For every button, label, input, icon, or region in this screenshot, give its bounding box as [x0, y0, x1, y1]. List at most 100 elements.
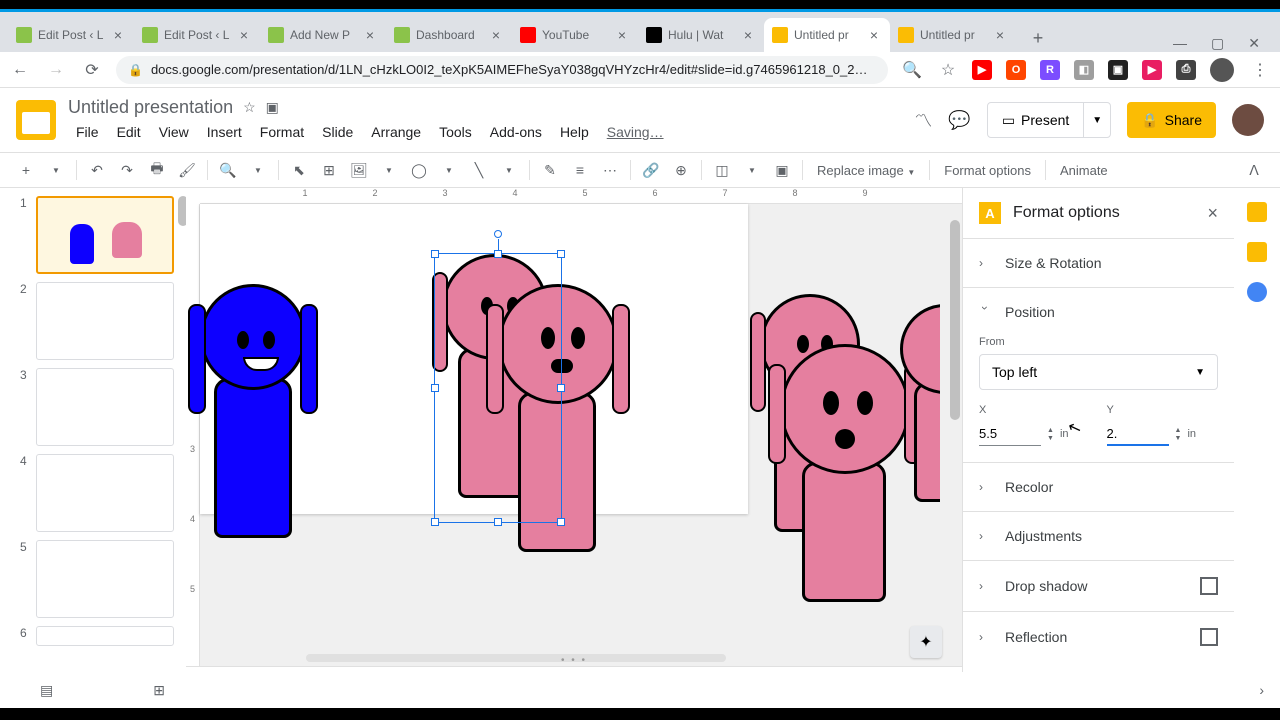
slide-thumbnail-3[interactable]	[36, 368, 174, 446]
ext-icon[interactable]: R	[1040, 60, 1060, 80]
back-button[interactable]: ←	[8, 58, 32, 82]
ext-icon[interactable]: ◧	[1074, 60, 1094, 80]
activity-icon[interactable]: 〽	[914, 107, 932, 133]
reload-button[interactable]: ⟳	[80, 58, 104, 82]
shape-tool[interactable]: ◯	[405, 156, 433, 184]
slide-thumbnail-6[interactable]	[36, 626, 174, 646]
new-slide-button[interactable]: +	[12, 156, 40, 184]
replace-image-button[interactable]: Replace image ▼	[809, 163, 923, 178]
browser-tab[interactable]: YouTube×	[512, 18, 638, 52]
menu-slide[interactable]: Slide	[314, 120, 361, 144]
close-panel-button[interactable]: ×	[1207, 203, 1218, 224]
tab-close-icon[interactable]: ×	[362, 27, 378, 43]
tab-close-icon[interactable]: ×	[866, 27, 882, 43]
notes-drag-handle[interactable]: • • •	[561, 655, 587, 666]
profile-avatar[interactable]	[1210, 58, 1234, 82]
window-minimize-icon[interactable]: —	[1173, 35, 1187, 52]
window-maximize-icon[interactable]: ▢	[1211, 35, 1224, 52]
line-tool[interactable]: ╲	[465, 156, 493, 184]
mask-button[interactable]: ▣	[768, 156, 796, 184]
menu-insert[interactable]: Insert	[199, 120, 250, 144]
x-input[interactable]	[979, 422, 1041, 446]
filmstrip-view-icon[interactable]: ▤	[40, 682, 53, 699]
present-dropdown[interactable]: ▼	[1083, 103, 1110, 137]
keep-icon[interactable]	[1247, 242, 1267, 262]
format-options-button[interactable]: Format options	[936, 163, 1039, 178]
tab-close-icon[interactable]: ×	[740, 27, 756, 43]
dropshadow-checkbox[interactable]	[1200, 577, 1218, 595]
image-dropdown[interactable]: ▼	[375, 156, 403, 184]
image-tool[interactable]: 🖼	[345, 156, 373, 184]
select-tool[interactable]: ⬉	[285, 156, 313, 184]
browser-tab[interactable]: Edit Post ‹ L×	[8, 18, 134, 52]
x-stepper[interactable]: ▲▼	[1047, 427, 1054, 442]
scrollbar[interactable]	[178, 196, 186, 226]
tab-close-icon[interactable]: ×	[236, 27, 252, 43]
new-slide-dropdown[interactable]: ▼	[42, 156, 70, 184]
tab-close-icon[interactable]: ×	[992, 27, 1008, 43]
crop-dropdown[interactable]: ▼	[738, 156, 766, 184]
comment-button[interactable]: ⊕	[667, 156, 695, 184]
adjustments-section[interactable]: › Adjustments	[963, 512, 1234, 560]
undo-button[interactable]: ↶	[83, 156, 111, 184]
ext-icon[interactable]: ▶	[1142, 60, 1162, 80]
y-input[interactable]	[1107, 422, 1169, 446]
menu-view[interactable]: View	[151, 120, 197, 144]
scrollbar-vertical[interactable]	[950, 220, 960, 420]
browser-tab[interactable]: Untitled pr×	[890, 18, 1016, 52]
slide-thumbnail-4[interactable]	[36, 454, 174, 532]
menu-tools[interactable]: Tools	[431, 120, 480, 144]
browser-tab[interactable]: Dashboard×	[386, 18, 512, 52]
border-weight-button[interactable]: ≡	[566, 156, 594, 184]
animate-button[interactable]: Animate	[1052, 163, 1116, 178]
slide-thumbnail-2[interactable]	[36, 282, 174, 360]
border-dash-button[interactable]: ⋯	[596, 156, 624, 184]
tab-close-icon[interactable]: ×	[110, 27, 126, 43]
zoom-dropdown[interactable]: ▼	[244, 156, 272, 184]
reflection-checkbox[interactable]	[1200, 628, 1218, 646]
window-close-icon[interactable]: ✕	[1248, 35, 1260, 52]
size-rotation-section[interactable]: › Size & Rotation	[963, 239, 1234, 287]
dropshadow-section[interactable]: › Drop shadow	[963, 561, 1234, 611]
border-color-button[interactable]: ✎	[536, 156, 564, 184]
explore-button[interactable]: ✦	[910, 626, 942, 658]
recolor-section[interactable]: › Recolor	[963, 463, 1234, 511]
position-section[interactable]: › Position	[963, 288, 1234, 336]
collapse-toolbar-icon[interactable]: ᐱ	[1240, 156, 1268, 184]
present-button[interactable]: ▭Present ▼	[987, 102, 1111, 138]
browser-tab[interactable]: Add New P×	[260, 18, 386, 52]
expand-side-panel-icon[interactable]: ›	[1259, 682, 1264, 698]
document-title[interactable]: Untitled presentation	[68, 97, 233, 118]
crop-button[interactable]: ◫	[708, 156, 736, 184]
paint-format-button[interactable]: 🖌	[173, 156, 201, 184]
calendar-icon[interactable]	[1247, 202, 1267, 222]
share-button[interactable]: 🔒 Share	[1127, 102, 1216, 138]
menu-help[interactable]: Help	[552, 120, 597, 144]
zoom-button[interactable]: 🔍	[214, 156, 242, 184]
user-avatar[interactable]	[1232, 104, 1264, 136]
move-icon[interactable]: ▣	[266, 99, 279, 116]
blue-character[interactable]	[200, 284, 306, 538]
zoom-icon[interactable]: 🔍	[900, 58, 924, 82]
pink-character-4[interactable]	[780, 344, 910, 602]
chrome-menu-icon[interactable]: ⋮	[1248, 58, 1272, 82]
slide-thumbnail-5[interactable]	[36, 540, 174, 618]
textbox-tool[interactable]: ⊞	[315, 156, 343, 184]
resize-handle[interactable]	[431, 518, 439, 526]
shape-dropdown[interactable]: ▼	[435, 156, 463, 184]
tasks-icon[interactable]	[1247, 282, 1267, 302]
comments-icon[interactable]: 💬	[948, 110, 970, 131]
grid-view-icon[interactable]: ⊞	[153, 682, 165, 699]
slides-logo-icon[interactable]	[16, 100, 56, 140]
menu-edit[interactable]: Edit	[109, 120, 149, 144]
tab-close-icon[interactable]: ×	[614, 27, 630, 43]
forward-button[interactable]: →	[44, 58, 68, 82]
browser-tab[interactable]: Edit Post ‹ L×	[134, 18, 260, 52]
menu-format[interactable]: Format	[252, 120, 312, 144]
slide-thumbnail-1[interactable]	[36, 196, 174, 274]
from-select[interactable]: Top left ▼	[979, 354, 1218, 390]
scrollbar-horizontal[interactable]	[306, 654, 726, 662]
reflection-section[interactable]: › Reflection	[963, 612, 1234, 662]
url-field[interactable]: 🔒 docs.google.com/presentation/d/1LN_cHz…	[116, 56, 888, 84]
menu-arrange[interactable]: Arrange	[363, 120, 429, 144]
